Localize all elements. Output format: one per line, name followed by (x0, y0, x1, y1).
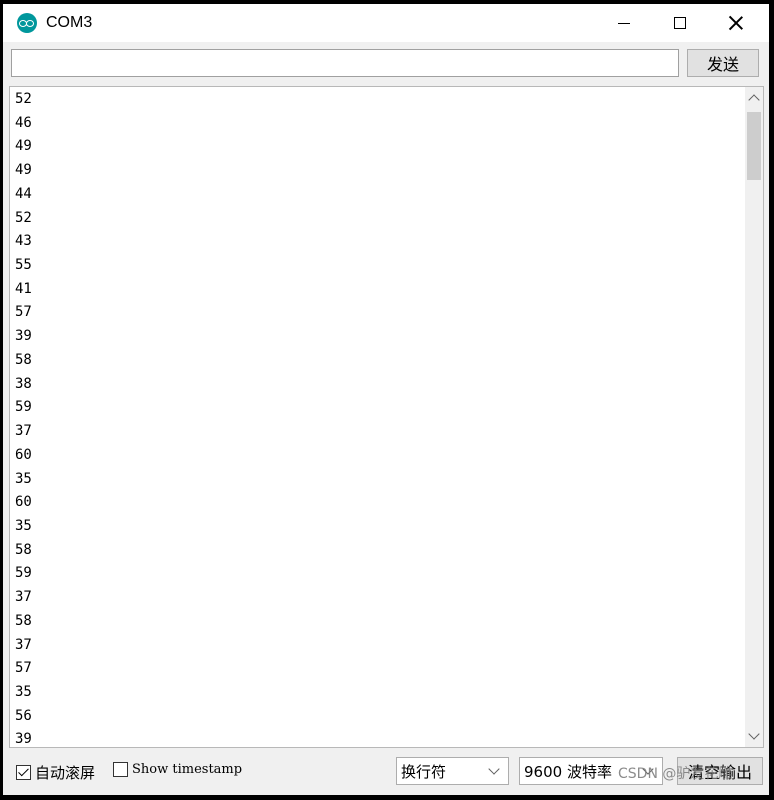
output-line: 39 (15, 328, 32, 345)
output-line: 41 (15, 280, 32, 297)
scroll-up-button[interactable] (745, 89, 763, 107)
output-line: 52 (15, 209, 32, 226)
line-ending-select[interactable]: 换行符 (396, 757, 509, 785)
arduino-icon (17, 13, 37, 33)
output-line: 39 (15, 731, 32, 748)
autoscroll-label: 自动滚屏 (35, 764, 96, 782)
chevron-down-icon (748, 728, 760, 740)
minimize-button[interactable] (596, 4, 652, 42)
serial-output-area[interactable]: 52 46 49 49 44 52 43 55 41 57 39 58 38 59 37 60 35 60 35 58… (9, 86, 764, 748)
autoscroll-toggle[interactable]: 自动滚屏 (16, 762, 95, 783)
output-line: 37 (15, 636, 32, 653)
maximize-button[interactable] (652, 4, 708, 42)
output-line: 59 (15, 565, 32, 582)
watermark-text: CSDN @驴友花雕 (618, 766, 733, 782)
output-line: 58 (15, 612, 32, 629)
maximize-icon (674, 17, 686, 29)
scroll-down-button[interactable] (745, 727, 763, 745)
output-line: 38 (15, 375, 32, 392)
output-line: 43 (15, 233, 32, 250)
scrollbar-thumb[interactable] (747, 112, 761, 180)
output-line: 58 (15, 541, 32, 558)
timestamp-checkbox[interactable] (113, 762, 128, 777)
output-line: 60 (15, 446, 32, 463)
output-line: 56 (15, 707, 32, 724)
output-line: 60 (15, 494, 32, 511)
output-line: 49 (15, 162, 32, 179)
output-line: 37 (15, 589, 32, 606)
minimize-icon (618, 22, 630, 24)
close-icon (729, 16, 743, 30)
timestamp-toggle[interactable]: Show timestamp (113, 762, 242, 777)
vertical-scrollbar[interactable] (745, 87, 763, 747)
close-button[interactable] (708, 4, 764, 42)
send-button[interactable]: 发送 (687, 49, 759, 77)
title-bar: COM3 (3, 4, 769, 42)
output-line: 52 (15, 91, 32, 107)
autoscroll-checkbox[interactable] (16, 765, 31, 780)
output-line: 46 (15, 114, 32, 131)
output-line: 49 (15, 138, 32, 155)
serial-monitor-window: COM3 发送 52 46 49 49 44 52 43 55 41 57 39 58 38 59 37 60… (3, 4, 769, 795)
output-line: 37 (15, 423, 32, 440)
output-line: 58 (15, 351, 32, 368)
output-line: 55 (15, 257, 32, 274)
window-title: COM3 (46, 14, 93, 31)
timestamp-label: Show timestamp (132, 762, 243, 777)
serial-send-input[interactable] (11, 49, 679, 77)
output-line: 35 (15, 517, 32, 534)
output-lines: 52 46 49 49 44 52 43 55 41 57 39 58 38 59 37 60 35 60 35 58… (15, 88, 735, 748)
send-row: 发送 (3, 42, 769, 88)
output-line: 59 (15, 399, 32, 416)
output-line: 44 (15, 185, 32, 202)
chevron-up-icon (748, 94, 760, 106)
output-line: 57 (15, 660, 32, 677)
line-ending-value: 换行符 (401, 762, 447, 781)
output-line: 35 (15, 683, 32, 700)
output-line: 57 (15, 304, 32, 321)
chevron-down-icon (488, 762, 500, 775)
output-line: 35 (15, 470, 32, 487)
